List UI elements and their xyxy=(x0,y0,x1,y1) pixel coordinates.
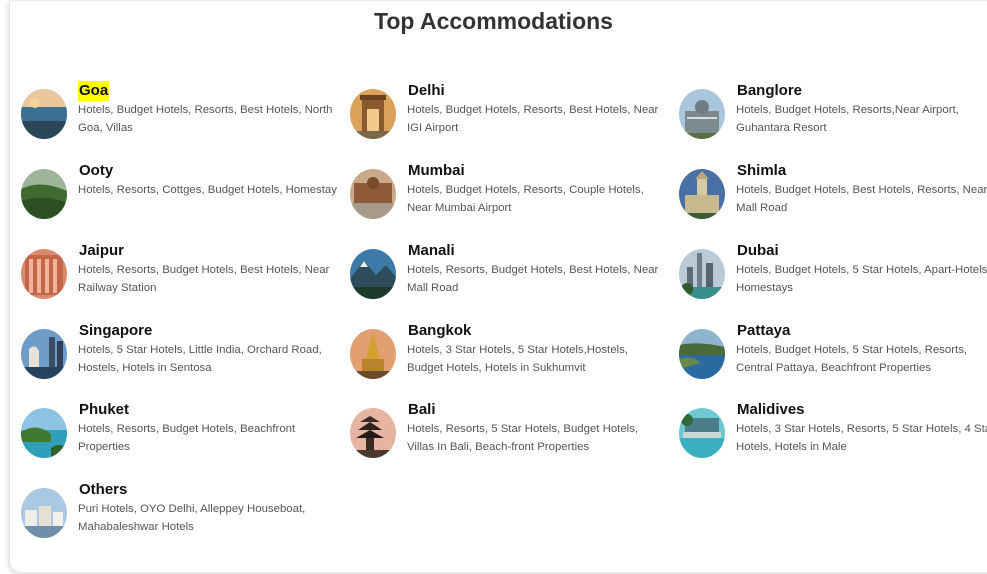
destination-singapore[interactable]: Singapore Hotels, 5 Star Hotels, Little … xyxy=(20,319,322,389)
accommodation-tags[interactable]: Hotels, Resorts, 5 Star Hotels, Budget H… xyxy=(407,420,667,456)
island-photo-icon[interactable] xyxy=(21,408,67,458)
destination-manali[interactable]: Manali Hotels, Resorts, Budget Hotels, B… xyxy=(349,239,658,309)
city-name[interactable]: Pattaya xyxy=(736,321,791,341)
resort-pool-photo-icon[interactable] xyxy=(679,408,725,458)
accommodation-tags[interactable]: Hotels, 3 Star Hotels, 5 Star Hotels,Hos… xyxy=(407,341,667,377)
city-name[interactable]: Dubai xyxy=(736,241,780,261)
destination-delhi[interactable]: Delhi Hotels, Budget Hotels, Resorts, Be… xyxy=(349,79,658,149)
accommodation-tags[interactable]: Hotels, Budget Hotels, Resorts, Best Hot… xyxy=(407,101,667,137)
destination-mumbai[interactable]: Mumbai Hotels, Budget Hotels, Resorts, C… xyxy=(349,159,649,229)
taj-hotel-photo-icon[interactable] xyxy=(350,169,396,219)
accommodation-tags[interactable]: Hotels, Resorts, Budget Hotels, Best Hot… xyxy=(78,261,338,297)
destination-shimla[interactable]: Shimla Hotels, Budget Hotels, Best Hotel… xyxy=(678,159,987,229)
city-name[interactable]: Goa xyxy=(78,81,110,101)
accommodation-tags[interactable]: Hotels, Resorts, Budget Hotels, Beachfro… xyxy=(78,420,338,456)
destination-malidives[interactable]: Malidives Hotels, 3 Star Hotels, Resorts… xyxy=(678,398,987,468)
accommodation-tags[interactable]: Hotels, Budget Hotels, Resorts,Near Airp… xyxy=(736,101,987,137)
city-name[interactable]: Others xyxy=(78,480,128,500)
palace-photo-icon[interactable] xyxy=(679,89,725,139)
town-photo-icon[interactable] xyxy=(21,488,67,538)
skyline-photo-icon[interactable] xyxy=(679,249,725,299)
bay-photo-icon[interactable] xyxy=(679,329,725,379)
city-name[interactable]: Bangkok xyxy=(407,321,472,341)
destination-dubai[interactable]: Dubai Hotels, Budget Hotels, 5 Star Hote… xyxy=(678,239,987,309)
city-name[interactable]: Malidives xyxy=(736,400,806,420)
destination-goa[interactable]: Goa Hotels, Budget Hotels, Resorts, Best… xyxy=(20,79,333,149)
destination-others[interactable]: Others Puri Hotels, OYO Delhi, Alleppey … xyxy=(20,478,320,548)
accommodation-tags[interactable]: Hotels, Budget Hotels, Resorts, Couple H… xyxy=(407,181,667,217)
accommodation-tags[interactable]: Hotels, Budget Hotels, 5 Star Hotels, Re… xyxy=(736,341,987,377)
destination-phuket[interactable]: Phuket Hotels, Resorts, Budget Hotels, B… xyxy=(20,398,320,468)
accommodation-tags[interactable]: Hotels, Resorts, Cottges, Budget Hotels,… xyxy=(78,181,338,199)
city-name[interactable]: Mumbai xyxy=(407,161,466,181)
city-name[interactable]: Delhi xyxy=(407,81,446,101)
section-title: Top Accommodations xyxy=(374,8,613,34)
accommodation-tags[interactable]: Hotels, 3 Star Hotels, Resorts, 5 Star H… xyxy=(736,420,987,456)
accommodation-tags[interactable]: Hotels, 5 Star Hotels, Little India, Orc… xyxy=(78,341,338,377)
accommodation-tags[interactable]: Hotels, Budget Hotels, 5 Star Hotels, Ap… xyxy=(736,261,987,297)
beach-photo-icon[interactable] xyxy=(21,89,67,139)
city-name[interactable]: Singapore xyxy=(78,321,153,341)
hawa-mahal-photo-icon[interactable] xyxy=(21,249,67,299)
pagoda-photo-icon[interactable] xyxy=(350,408,396,458)
mountain-photo-icon[interactable] xyxy=(350,249,396,299)
accommodation-tags[interactable]: Hotels, Budget Hotels, Resorts, Best Hot… xyxy=(78,101,338,137)
city-name[interactable]: Jaipur xyxy=(78,241,125,261)
city-name[interactable]: Shimla xyxy=(736,161,787,181)
destination-bangkok[interactable]: Bangkok Hotels, 3 Star Hotels, 5 Star Ho… xyxy=(349,319,649,389)
city-name[interactable]: Manali xyxy=(407,241,456,261)
page: Top Accommodations Goa Hotels, Budget Ho… xyxy=(0,0,987,574)
destination-ooty[interactable]: Ooty Hotels, Resorts, Cottges, Budget Ho… xyxy=(20,159,337,229)
india-gate-photo-icon[interactable] xyxy=(350,89,396,139)
destination-pattaya[interactable]: Pattaya Hotels, Budget Hotels, 5 Star Ho… xyxy=(678,319,978,389)
destination-bali[interactable]: Bali Hotels, Resorts, 5 Star Hotels, Bud… xyxy=(349,398,649,468)
city-name[interactable]: Ooty xyxy=(78,161,114,181)
church-photo-icon[interactable] xyxy=(679,169,725,219)
city-name[interactable]: Phuket xyxy=(78,400,130,420)
destination-jaipur[interactable]: Jaipur Hotels, Resorts, Budget Hotels, B… xyxy=(20,239,329,309)
accommodation-tags[interactable]: Hotels, Resorts, Budget Hotels, Best Hot… xyxy=(407,261,667,297)
city-name[interactable]: Bali xyxy=(407,400,437,420)
accommodation-tags[interactable]: Puri Hotels, OYO Delhi, Alleppey Housebo… xyxy=(78,500,338,536)
temple-photo-icon[interactable] xyxy=(350,329,396,379)
merlion-photo-icon[interactable] xyxy=(21,329,67,379)
accommodation-tags[interactable]: Hotels, Budget Hotels, Best Hotels, Reso… xyxy=(736,181,987,217)
hills-photo-icon[interactable] xyxy=(21,169,67,219)
city-name[interactable]: Banglore xyxy=(736,81,803,101)
destination-banglore[interactable]: Banglore Hotels, Budget Hotels, Resorts,… xyxy=(678,79,978,149)
